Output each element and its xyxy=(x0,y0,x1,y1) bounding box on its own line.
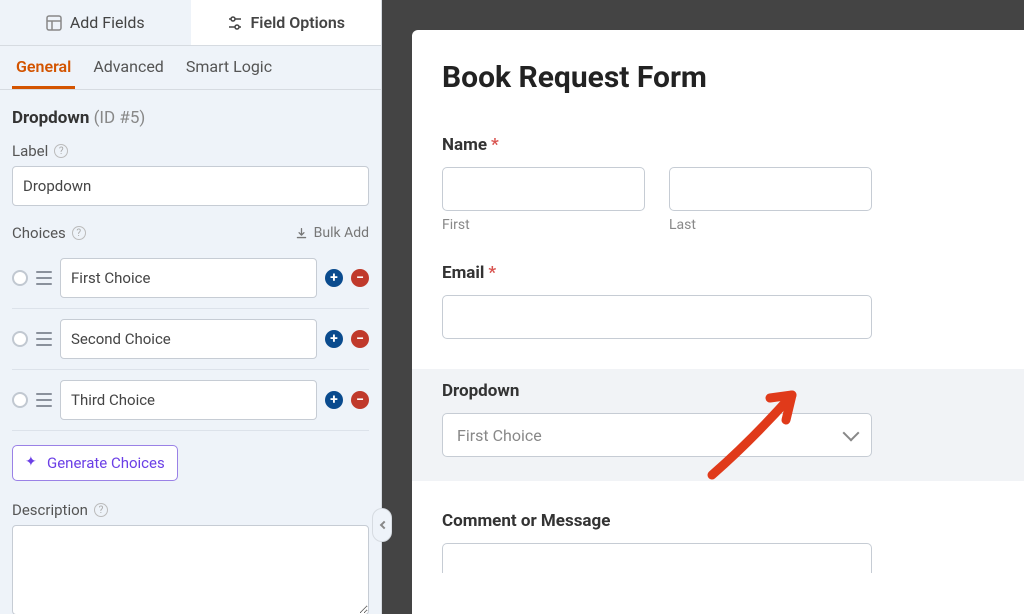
help-icon[interactable]: ? xyxy=(94,503,108,517)
sub-tab-advanced[interactable]: Advanced xyxy=(89,47,168,89)
canvas-area: Book Request Form Name* First Last Email… xyxy=(382,0,1024,614)
chevron-down-icon xyxy=(843,425,860,442)
remove-choice-button[interactable]: − xyxy=(351,330,369,348)
choice-input[interactable] xyxy=(60,380,317,420)
panel-body: Dropdown (ID #5) Label ? Choices ? Bulk … xyxy=(0,90,381,614)
form-preview: Book Request Form Name* First Last Email… xyxy=(412,30,1024,614)
top-tabs: Add Fields Field Options xyxy=(0,0,381,46)
field-comment[interactable]: Comment or Message xyxy=(442,511,994,573)
tab-field-options[interactable]: Field Options xyxy=(191,0,382,45)
sparkle-icon xyxy=(25,456,39,470)
field-label-input[interactable] xyxy=(12,166,369,206)
remove-choice-button[interactable]: − xyxy=(351,269,369,287)
choice-default-radio[interactable] xyxy=(12,270,28,286)
collapse-sidebar-handle[interactable] xyxy=(372,508,392,542)
field-label: Email* xyxy=(442,263,994,283)
generate-choices-button[interactable]: Generate Choices xyxy=(12,445,178,481)
help-icon[interactable]: ? xyxy=(54,144,68,158)
field-title: Dropdown (ID #5) xyxy=(12,108,369,128)
field-label: Comment or Message xyxy=(442,511,994,531)
field-dropdown-selected[interactable]: Dropdown First Choice xyxy=(412,369,1024,481)
drag-handle-icon[interactable] xyxy=(36,393,52,407)
sub-tab-smart-logic[interactable]: Smart Logic xyxy=(182,47,276,89)
add-choice-button[interactable]: + xyxy=(325,330,343,348)
chevron-left-icon xyxy=(379,521,387,529)
field-type-name: Dropdown xyxy=(12,108,89,128)
sidebar-panel: Add Fields Field Options General Advance… xyxy=(0,0,382,614)
comment-textarea[interactable] xyxy=(442,543,872,573)
choice-row: + − xyxy=(12,309,369,370)
choice-input[interactable] xyxy=(60,319,317,359)
help-icon[interactable]: ? xyxy=(72,226,86,240)
field-label: Dropdown xyxy=(442,381,994,401)
choice-default-radio[interactable] xyxy=(12,331,28,347)
tab-add-fields-label: Add Fields xyxy=(70,13,145,32)
form-title: Book Request Form xyxy=(442,60,994,95)
description-textarea[interactable] xyxy=(12,525,369,614)
email-input[interactable] xyxy=(442,295,872,339)
field-label: Name* xyxy=(442,135,994,155)
dropdown-value: First Choice xyxy=(457,426,542,445)
field-email[interactable]: Email* xyxy=(442,263,994,339)
drag-handle-icon[interactable] xyxy=(36,332,52,346)
choices-heading: Choices ? xyxy=(12,224,86,242)
sliders-icon xyxy=(227,15,243,31)
field-name[interactable]: Name* First Last xyxy=(442,135,994,233)
choice-input[interactable] xyxy=(60,258,317,298)
add-choice-button[interactable]: + xyxy=(325,391,343,409)
add-choice-button[interactable]: + xyxy=(325,269,343,287)
first-sublabel: First xyxy=(442,217,645,233)
drag-handle-icon[interactable] xyxy=(36,271,52,285)
sub-tab-general[interactable]: General xyxy=(12,47,75,89)
last-sublabel: Last xyxy=(669,217,872,233)
description-heading: Description ? xyxy=(12,501,369,519)
tab-add-fields[interactable]: Add Fields xyxy=(0,0,191,45)
choice-row: + − xyxy=(12,370,369,431)
first-name-input[interactable] xyxy=(442,167,645,211)
tab-field-options-label: Field Options xyxy=(251,13,345,32)
choice-default-radio[interactable] xyxy=(12,392,28,408)
last-name-input[interactable] xyxy=(669,167,872,211)
sub-tabs: General Advanced Smart Logic xyxy=(0,46,381,90)
bulk-add-link[interactable]: Bulk Add xyxy=(295,225,369,241)
field-id: (ID #5) xyxy=(94,108,146,128)
label-heading: Label ? xyxy=(12,142,369,160)
choices-header: Choices ? Bulk Add xyxy=(12,224,369,242)
dropdown-select[interactable]: First Choice xyxy=(442,413,872,457)
layout-icon xyxy=(46,15,62,31)
download-icon xyxy=(295,227,308,240)
choice-row: + − xyxy=(12,248,369,309)
remove-choice-button[interactable]: − xyxy=(351,391,369,409)
